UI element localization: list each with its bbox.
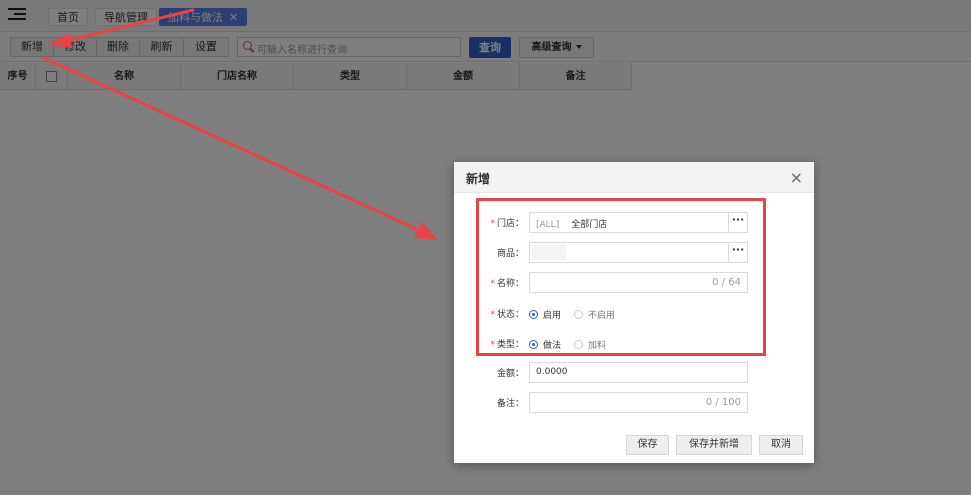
- annotation-arrow-to-dialog: [42, 56, 427, 235]
- annotation-arrows: [42, 8, 438, 240]
- annotation-arrow-to-add: [60, 8, 195, 44]
- arrowhead-icon: [414, 222, 438, 240]
- arrowhead-icon: [48, 33, 72, 48]
